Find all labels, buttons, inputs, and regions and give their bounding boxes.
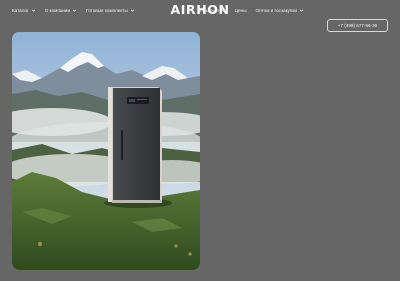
nav-item-solutions[interactable]: Решения (199, 8, 225, 13)
hero-photo-battery-in-mountains (12, 32, 200, 270)
main-nav-right: Решения Цены Оптом и госзакупки (199, 8, 304, 13)
chevron-down-icon (221, 9, 225, 12)
phone-button[interactable]: +7 (499) 677-56-36 (327, 19, 388, 32)
nav-item-label: Оптом и госзакупки (255, 8, 297, 13)
nav-item-label: Цены (234, 8, 247, 13)
nav-item-wholesale[interactable]: Оптом и госзакупки (256, 8, 304, 13)
nav-item-label: Решения (199, 8, 219, 13)
nav-item-prices[interactable]: Цены (235, 8, 247, 13)
chevron-down-icon (299, 9, 304, 12)
hero-image (12, 32, 200, 270)
